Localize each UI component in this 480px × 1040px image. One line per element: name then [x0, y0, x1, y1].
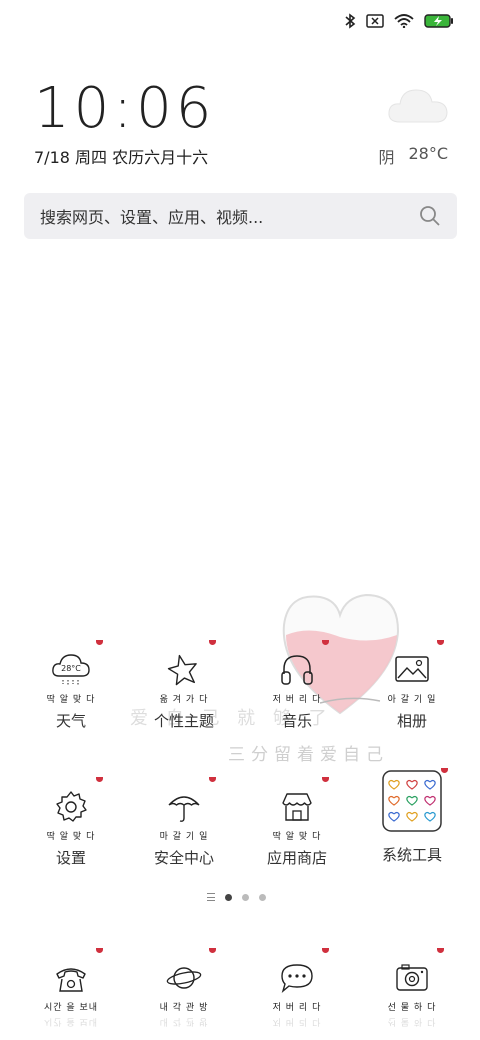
dock-camera[interactable]: 선 물 하 다: [362, 948, 462, 1013]
app-kr-caption: 저 버 리 다: [272, 1003, 322, 1013]
weather-cloud-icon[interactable]: [386, 82, 450, 130]
svg-text:28°C: 28°C: [61, 664, 81, 673]
app-kr-caption: 딱 알 맞 다: [272, 832, 322, 842]
folder-icon: [382, 768, 448, 832]
app-kr-caption: 딱 알 맞 다: [46, 695, 96, 705]
app-kr-caption: 저 버 리 다: [272, 695, 322, 705]
app-kr-caption: 옮 겨 가 다: [159, 695, 209, 705]
dock-reflection: 선 물 하 다: [387, 1016, 437, 1026]
app-label: 天气: [55, 712, 86, 730]
app-kr-caption: 시간 을 보내: [43, 1003, 99, 1013]
no-sim-icon: [366, 14, 384, 28]
app-kr-caption: 내 각 관 방: [159, 1003, 209, 1013]
app-label: 应用商店: [266, 849, 327, 867]
star-icon: [162, 640, 216, 690]
notification-dot: [322, 777, 329, 782]
app-kr-caption: 아 갈 기 일: [387, 695, 437, 705]
page-dot[interactable]: [259, 893, 266, 901]
app-system-tools-folder[interactable]: 아 갈 기 일 系统工具: [362, 768, 462, 865]
app-kr-caption: 딱 알 맞 다: [46, 832, 96, 842]
message-icon: [275, 948, 329, 998]
dock-reflection: 내 각 관 방: [159, 1016, 209, 1026]
weather-info[interactable]: 阴 28°C: [378, 144, 448, 168]
app-music[interactable]: 저 버 리 다 音乐: [247, 640, 347, 731]
app-settings[interactable]: 딱 알 맞 다 设置: [21, 777, 121, 868]
app-label: 安全中心: [153, 849, 214, 867]
page-dot[interactable]: [242, 893, 249, 901]
battery-charging-icon: [424, 14, 454, 28]
wifi-icon: [394, 14, 414, 28]
page-indicator[interactable]: [207, 893, 266, 901]
store-icon: [275, 777, 329, 827]
bluetooth-icon: [344, 13, 356, 29]
notification-dot: [96, 640, 103, 645]
notification-dot: [96, 948, 103, 953]
dock-reflection: 시간 을 보내: [43, 1016, 99, 1026]
clock-date[interactable]: 7/18 周四 农历六月十六: [34, 144, 208, 168]
notification-dot: [437, 948, 444, 953]
app-label: 系统工具: [381, 846, 442, 864]
weather-temperature: 28°C: [408, 144, 448, 163]
search-placeholder: 搜索网页、设置、应用、视频...: [40, 208, 264, 227]
app-label: 个性主题: [153, 712, 214, 730]
page-dot-active[interactable]: [225, 893, 232, 901]
status-bar: [344, 10, 454, 32]
umbrella-icon: [162, 777, 216, 827]
headphones-icon: [275, 640, 329, 690]
menu-lines-icon[interactable]: [207, 893, 215, 901]
phone-icon: [49, 948, 103, 998]
app-weather[interactable]: 28°C 딱 알 맞 다 天气: [21, 640, 121, 731]
dock-reflection: 저 버 리 다: [272, 1016, 322, 1026]
weather-condition: 阴: [378, 148, 395, 167]
camera-icon: [390, 948, 444, 998]
notification-dot: [96, 777, 103, 782]
search-bar[interactable]: 搜索网页、设置、应用、视频...: [24, 193, 457, 239]
app-store[interactable]: 딱 알 맞 다 应用商店: [247, 777, 347, 868]
notification-dot: [209, 777, 216, 782]
notification-dot: [209, 640, 216, 645]
app-kr-caption: 선 물 하 다: [387, 1003, 437, 1013]
notification-dot: [209, 948, 216, 953]
notification-dot: [322, 948, 329, 953]
dock-browser[interactable]: 내 각 관 방: [134, 948, 234, 1013]
app-label: 音乐: [281, 712, 312, 730]
app-security-center[interactable]: 마 갈 기 일 安全中心: [134, 777, 234, 868]
app-kr-caption: 마 갈 기 일: [159, 832, 209, 842]
wallpaper-text-2: 三分留着爱自己: [228, 745, 389, 765]
dock-messages[interactable]: 저 버 리 다: [247, 948, 347, 1013]
planet-icon: [162, 948, 216, 998]
gear-icon: [49, 777, 103, 827]
app-gallery[interactable]: 아 갈 기 일 相册: [362, 640, 462, 731]
notification-dot: [437, 640, 444, 645]
picture-icon: [390, 640, 444, 690]
app-themes[interactable]: 옮 겨 가 다 个性主题: [134, 640, 234, 731]
notification-dot: [441, 768, 448, 773]
dock-phone[interactable]: 시간 을 보내: [21, 948, 121, 1013]
weather-cloud-icon: 28°C: [49, 640, 103, 690]
app-label: 设置: [55, 849, 86, 867]
app-label: 相册: [396, 712, 427, 730]
search-icon[interactable]: [419, 205, 441, 227]
clock-time[interactable]: 10:06: [34, 76, 215, 141]
